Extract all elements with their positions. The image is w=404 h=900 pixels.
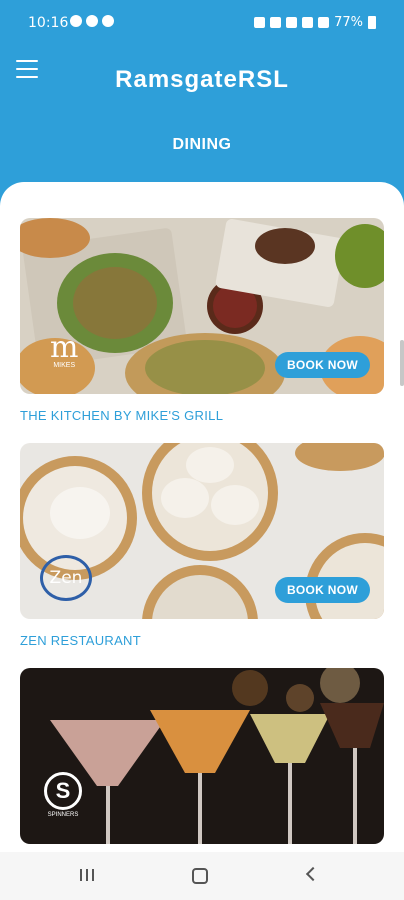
venue-image[interactable]: Zen BOOK NOW	[20, 443, 384, 619]
app-header: RamsgateRSL	[0, 46, 404, 114]
battery-icon	[368, 16, 376, 29]
venue-name[interactable]: THE KITCHEN BY MIKE'S GRILL	[20, 408, 384, 423]
scrollbar[interactable]	[400, 340, 404, 386]
app-notification-icon	[102, 15, 114, 27]
mikes-logo: m MIKES	[50, 330, 79, 370]
venue-card[interactable]: Zen BOOK NOW ZEN RESTAURANT	[20, 443, 384, 648]
zen-logo: Zen	[40, 555, 92, 601]
recent-apps-icon[interactable]	[80, 869, 94, 881]
home-icon[interactable]	[192, 868, 208, 884]
mute-icon	[270, 17, 282, 28]
system-icons: 77%	[254, 15, 376, 30]
status-time: 10:16	[28, 15, 69, 31]
venue-list[interactable]: m MIKES BOOK NOW THE KITCHEN BY MIKE'S G…	[0, 182, 404, 852]
system-nav-bar	[0, 852, 404, 900]
app-title: RamsgateRSL	[115, 66, 289, 93]
facebook-icon	[86, 15, 98, 27]
venue-card[interactable]: S SPINNERS	[20, 668, 384, 844]
page-title: DINING	[172, 136, 232, 153]
back-icon[interactable]	[305, 866, 321, 882]
book-now-button[interactable]: BOOK NOW	[274, 577, 370, 603]
venue-name[interactable]: ZEN RESTAURANT	[20, 633, 384, 648]
spinners-logo: S SPINNERS	[44, 772, 82, 818]
venue-card[interactable]: m MIKES BOOK NOW THE KITCHEN BY MIKE'S G…	[20, 218, 384, 423]
snapchat-icon	[70, 15, 82, 27]
notification-icons	[70, 15, 114, 27]
venue-image[interactable]: S SPINNERS	[20, 668, 384, 844]
status-bar: 10:16 77%	[0, 0, 404, 46]
venue-image[interactable]: m MIKES BOOK NOW	[20, 218, 384, 394]
book-now-button[interactable]: BOOK NOW	[274, 352, 370, 378]
battery-percent: 77%	[334, 15, 363, 30]
wifi-icon	[286, 17, 298, 28]
signal-icon	[302, 17, 314, 28]
alarm-icon	[254, 17, 266, 28]
signal-icon-2	[318, 17, 330, 28]
